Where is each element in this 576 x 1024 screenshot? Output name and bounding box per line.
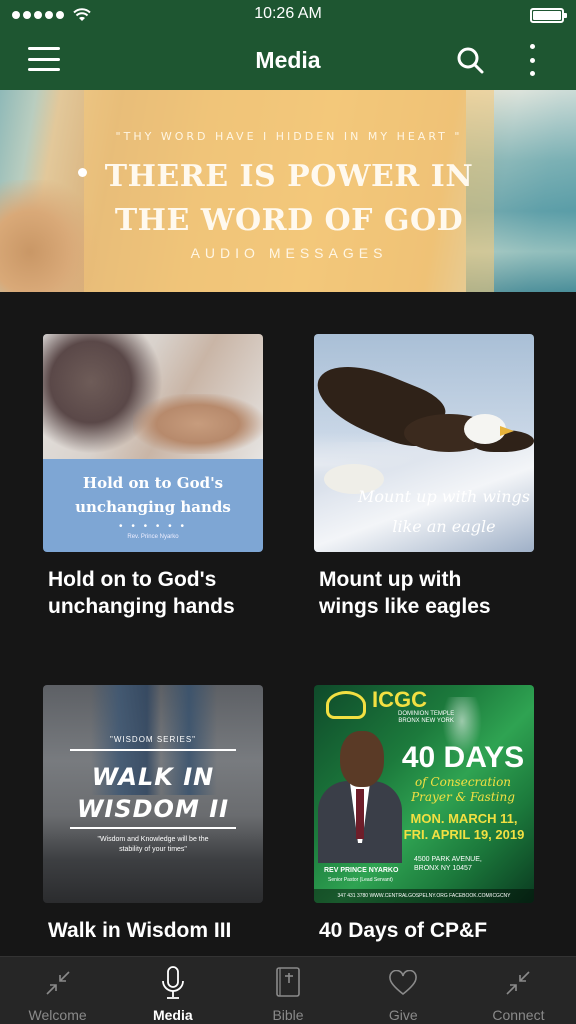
tab-label: Welcome <box>28 1007 87 1023</box>
media-card[interactable]: ICGC DOMINION TEMPLE BRONX NEW YORK 40 D… <box>314 685 534 944</box>
tab-give[interactable]: Give <box>346 957 461 1024</box>
tab-label: Give <box>388 1007 418 1023</box>
thumbnail-title-line2: like an eagle <box>392 517 496 536</box>
flyer-subtitle-line2: Prayer & Fasting <box>411 790 515 804</box>
flyer-address: 4500 PARK AVENUE, BRONX NY 10457 <box>414 855 482 873</box>
banner-title-line2: THE WORD OF GOD <box>114 203 464 238</box>
speaker-face <box>340 731 384 787</box>
bible-icon <box>272 965 304 1001</box>
flyer-address-line2: BRONX NY 10457 <box>414 865 472 872</box>
flyer-date-line2: FRI. APRIL 19, 2019 <box>403 827 525 842</box>
media-card-title-line2: unchanging hands <box>48 595 235 618</box>
flyer-subtitle-line1: of Consecration <box>414 775 512 789</box>
media-card-title-line1: Hold on to God's <box>48 568 217 591</box>
flyer-subtitle: of Consecration Prayer & Fasting <box>398 775 528 805</box>
microphone-icon <box>157 965 189 1001</box>
media-card-title[interactable]: 40 Days of CP&F <box>314 917 534 944</box>
org-name: ICGC <box>372 687 427 712</box>
speaker-tie <box>356 789 364 839</box>
featured-banner[interactable]: "THY WORD HAVE I HIDDEN IN MY HEART " TH… <box>0 90 576 292</box>
media-card-title[interactable]: Mount up with wings like eagles <box>314 566 534 620</box>
banner-title: THERE IS POWER IN THE WORD OF GOD <box>84 155 494 243</box>
status-time: 10:26 AM <box>254 5 322 22</box>
media-thumbnail[interactable]: Hold on to God's unchanging hands • • • … <box>43 334 263 552</box>
collapse-arrows-icon <box>502 965 534 1001</box>
hands-image <box>43 334 263 459</box>
thumbnail-quote: "Wisdom and Knowledge will be the stabil… <box>73 835 233 855</box>
thumbnail-title: WALK IN WISDOM II <box>43 761 263 825</box>
thumbnail-caption: Hold on to God's unchanging hands • • • … <box>43 459 263 552</box>
thumbnail-title-line2: unchanging hands <box>75 498 231 516</box>
media-thumbnail[interactable]: ICGC DOMINION TEMPLE BRONX NEW YORK 40 D… <box>314 685 534 903</box>
media-card-title-line1: Walk in Wisdom III <box>48 919 232 942</box>
flyer-address-line1: 4500 PARK AVENUE, <box>414 856 482 863</box>
divider <box>70 827 236 829</box>
flyer-headline: 40 DAYS <box>401 741 525 774</box>
thumbnail-author: Rev. Prince Nyarko <box>127 534 179 540</box>
child-hand <box>133 394 263 454</box>
page-title: Media <box>255 46 321 73</box>
thumbnail-quote-line1: "Wisdom and Knowledge will be the <box>97 836 209 843</box>
thumbnail-series: "WISDOM SERIES" <box>109 735 197 744</box>
battery-icon <box>530 7 567 23</box>
thumbnail-title-line1: WALK IN <box>91 763 215 791</box>
thumbnail-title: Hold on to God's unchanging hands <box>43 471 263 519</box>
thumbnail-title: Mount up with wings like an eagle <box>354 482 534 542</box>
speaker-photo <box>318 731 402 863</box>
media-grid: Hold on to God's unchanging hands • • • … <box>0 292 576 956</box>
media-card[interactable]: Mount up with wings like an eagle Mount … <box>314 334 534 620</box>
search-icon[interactable] <box>456 46 484 74</box>
divider <box>70 749 236 751</box>
tab-label: Bible <box>272 1007 304 1023</box>
eagle-beak <box>500 426 514 436</box>
tab-label: Media <box>152 1007 193 1023</box>
banner-verse: "THY WORD HAVE I HIDDEN IN MY HEART " <box>115 130 463 143</box>
nav-bar: Media <box>0 30 576 90</box>
media-card[interactable]: Hold on to God's unchanging hands • • • … <box>43 334 263 620</box>
thumbnail-dots: • • • • • • <box>119 521 187 532</box>
thumbnail-quote-line2: stability of your times" <box>119 846 187 853</box>
carousel-indicator[interactable] <box>78 168 87 177</box>
heart-icon <box>387 965 419 1001</box>
tab-connect[interactable]: Connect <box>461 957 576 1024</box>
banner-panel: "THY WORD HAVE I HIDDEN IN MY HEART " TH… <box>84 90 494 292</box>
media-card-title-line2: wings like eagles <box>319 595 491 618</box>
speaker-name: REV PRINCE NYARKO <box>324 867 399 874</box>
tab-media[interactable]: Media <box>115 957 230 1024</box>
tab-bible[interactable]: Bible <box>230 957 345 1024</box>
flyer-dates: MON. MARCH 11, FRI. APRIL 19, 2019 <box>402 811 526 843</box>
thumbnail-title-line1: Mount up with wings <box>358 487 530 506</box>
media-thumbnail[interactable]: Mount up with wings like an eagle <box>314 334 534 552</box>
media-card-title[interactable]: Walk in Wisdom III <box>43 917 263 944</box>
banner-subtitle: AUDIO MESSAGES <box>190 245 388 261</box>
speaker-role: Senior Pastor (Lead Servant) <box>328 877 393 883</box>
flyer-footer: 347 431 3780 WWW.CENTRALGOSPELNY.ORG FAC… <box>314 889 534 903</box>
media-card-title[interactable]: Hold on to God's unchanging hands <box>43 566 263 620</box>
media-thumbnail[interactable]: "WISDOM SERIES" WALK IN WISDOM II "Wisdo… <box>43 685 263 903</box>
thumbnail-title-line1: Hold on to God's <box>82 474 224 492</box>
media-card-title-line1: Mount up with <box>319 568 462 591</box>
flyer-date-line1: MON. MARCH 11, <box>410 811 518 826</box>
tab-welcome[interactable]: Welcome <box>0 957 115 1024</box>
status-bar: 10:26 AM <box>0 0 576 30</box>
church-logo <box>326 691 366 719</box>
tab-label: Connect <box>492 1007 545 1023</box>
hamburger-menu-icon[interactable] <box>28 47 60 71</box>
media-card[interactable]: "WISDOM SERIES" WALK IN WISDOM II "Wisdo… <box>43 685 263 944</box>
media-card-title-line1: 40 Days of CP&F <box>319 919 488 942</box>
collapse-arrows-icon <box>42 965 74 1001</box>
thumbnail-title-line2: WISDOM II <box>76 795 230 823</box>
more-options-icon[interactable] <box>524 44 540 76</box>
banner-title-line1: THERE IS POWER IN <box>104 159 474 194</box>
tab-bar: Welcome Media Bible Give Connect <box>0 956 576 1024</box>
